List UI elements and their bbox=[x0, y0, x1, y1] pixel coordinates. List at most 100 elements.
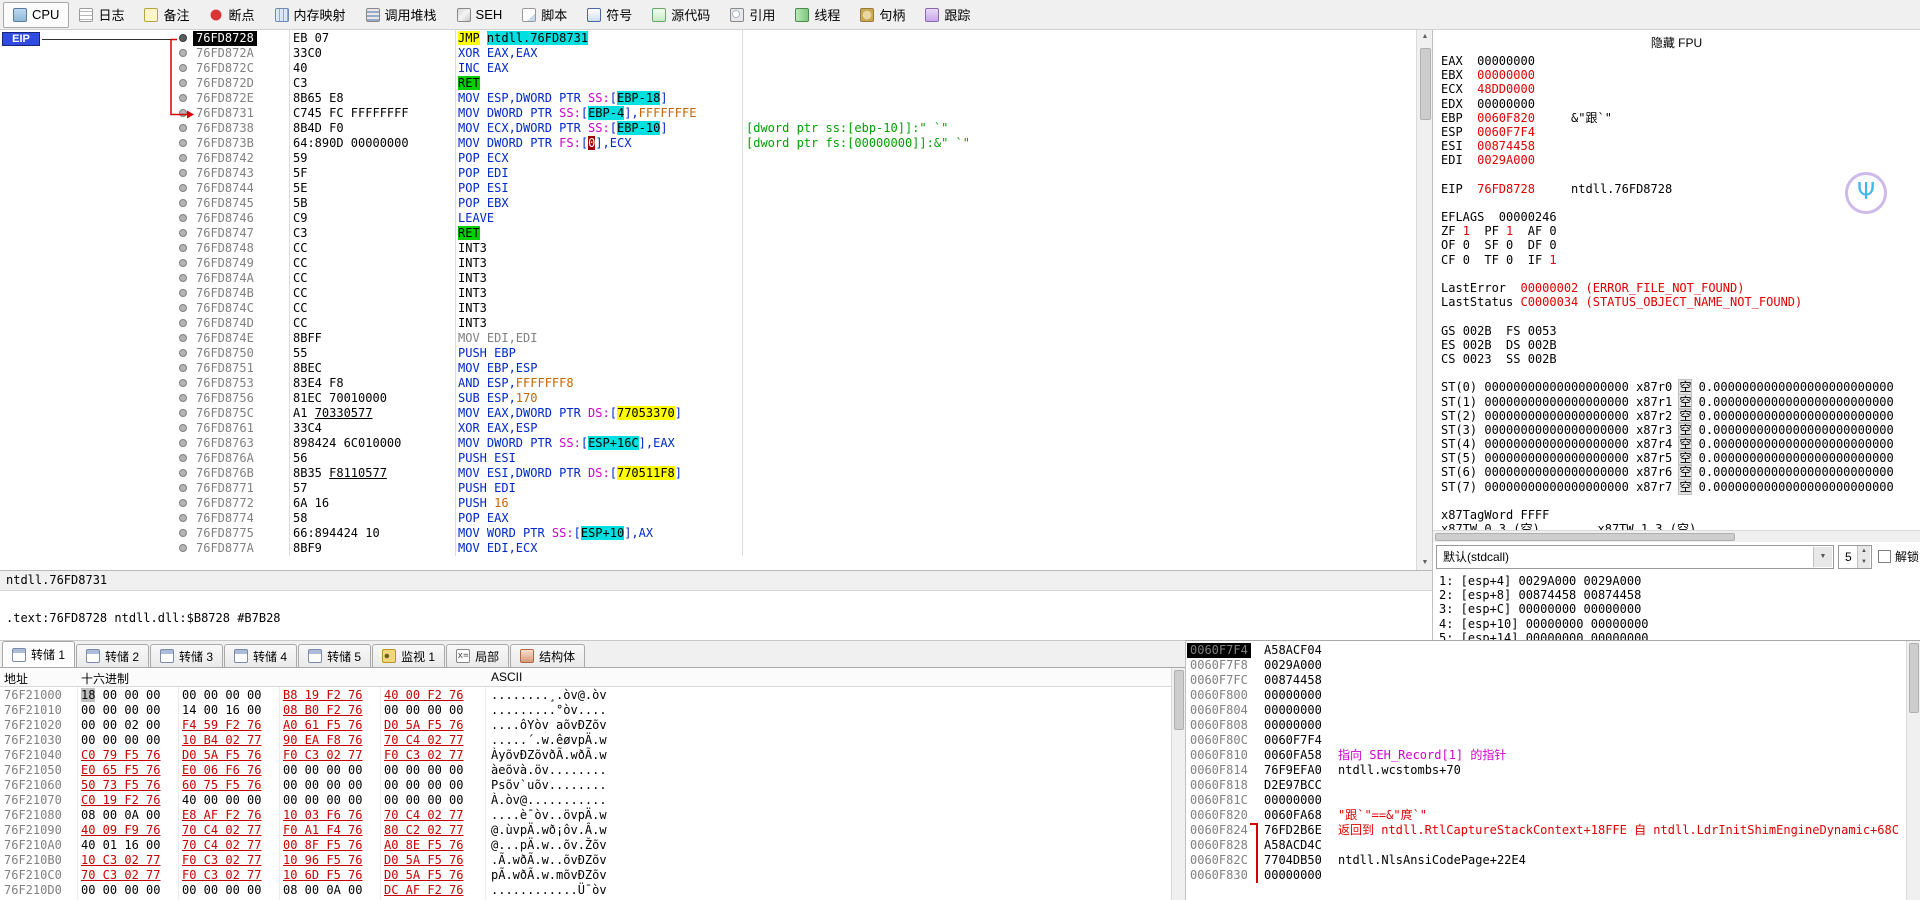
breakpoint-dot[interactable] bbox=[179, 364, 187, 372]
tab-dump-3[interactable]: 转储 3 bbox=[150, 644, 223, 667]
dump-row[interactable]: 76F21040C0 79 F5 76D0 5A F5 76F0 C3 02 7… bbox=[0, 748, 1171, 763]
stack-row[interactable]: 0060F80C0060F7F4 bbox=[1186, 733, 1906, 748]
stack-row[interactable]: 0060F80000000000 bbox=[1186, 688, 1906, 703]
disasm-row[interactable]: 76FD874DCCINT3 bbox=[0, 316, 1416, 331]
dump-vertical-scrollbar[interactable] bbox=[1171, 668, 1185, 900]
register-line[interactable]: x87TagWord FFFF bbox=[1441, 508, 1917, 522]
breakpoint-dot[interactable] bbox=[179, 124, 187, 132]
disasm-row[interactable]: 76FD875CA1 70330577MOV EAX,DWORD PTR DS:… bbox=[0, 406, 1416, 421]
menu-item-memmap[interactable]: 内存映射 bbox=[265, 2, 356, 28]
breakpoint-dot[interactable] bbox=[179, 499, 187, 507]
dump-row[interactable]: 76F2109040 09 F9 7670 C4 02 77F0 A1 F4 7… bbox=[0, 823, 1171, 838]
stack-row[interactable]: 0060F80400000000 bbox=[1186, 703, 1906, 718]
disasm-vertical-scrollbar[interactable]: ▲ ▼ bbox=[1416, 30, 1432, 570]
menu-item-log[interactable]: 日志 bbox=[69, 2, 134, 28]
stack-row[interactable]: 0060F82C7704DB50ntdll.NlsAnsiCodePage+22… bbox=[1186, 853, 1906, 868]
scrollbar-thumb[interactable] bbox=[1435, 533, 1735, 541]
disasm-row[interactable]: 76FD87435FPOP EDI bbox=[0, 166, 1416, 181]
disasm-row[interactable]: 76FD874CCCINT3 bbox=[0, 301, 1416, 316]
disasm-row[interactable]: 76FD872C40INC EAX bbox=[0, 61, 1416, 76]
disasm-row[interactable]: 76FD876A56PUSH ESI bbox=[0, 451, 1416, 466]
stack-row[interactable]: 0060F80800000000 bbox=[1186, 718, 1906, 733]
dump-row[interactable]: 76F2103000 00 00 0010 B4 02 7790 EA F8 7… bbox=[0, 733, 1171, 748]
register-line[interactable] bbox=[1441, 366, 1917, 380]
scrollbar-thumb[interactable] bbox=[1174, 670, 1184, 730]
disasm-row[interactable]: 76FD875055PUSH EBP bbox=[0, 346, 1416, 361]
breakpoint-dot[interactable] bbox=[179, 244, 187, 252]
hide-fpu-button[interactable]: 隐藏 FPU bbox=[1433, 34, 1920, 51]
breakpoint-dot[interactable] bbox=[179, 409, 187, 417]
register-line[interactable]: ST(1) 00000000000000000000 x87r1 空 0.000… bbox=[1441, 395, 1917, 409]
stack-row[interactable]: 0060F7FC00874458 bbox=[1186, 673, 1906, 688]
dump-panel[interactable]: 地址 十六进制 ASCII 76F2100018 00 00 0000 00 0… bbox=[0, 667, 1185, 900]
registers-panel[interactable]: 隐藏 FPU EAX 00000000EBX 00000000ECX 48DD0… bbox=[1432, 30, 1920, 640]
register-line[interactable]: ST(2) 00000000000000000000 x87r2 空 0.000… bbox=[1441, 409, 1917, 423]
tab-locals[interactable]: x=局部 bbox=[446, 644, 509, 667]
dump-row[interactable]: 76F210A040 01 16 0070 C4 02 7700 8F F5 7… bbox=[0, 838, 1171, 853]
stack-row[interactable]: 0060F7F80029A000 bbox=[1186, 658, 1906, 673]
register-line[interactable]: ST(0) 00000000000000000000 x87r0 空 0.000… bbox=[1441, 380, 1917, 394]
stack-row[interactable]: 0060F828A58ACD4C bbox=[1186, 838, 1906, 853]
register-line[interactable]: ST(6) 00000000000000000000 x87r6 空 0.000… bbox=[1441, 465, 1917, 479]
tab-dump-1[interactable]: 转储 1 bbox=[2, 641, 75, 667]
stack-arg-row[interactable]: 4: [esp+10] 00000000 00000000 bbox=[1439, 617, 1915, 631]
breakpoint-dot[interactable] bbox=[179, 49, 187, 57]
register-line[interactable]: CF 0 TF 0 IF 1 bbox=[1441, 253, 1917, 267]
disasm-row[interactable]: 76FD875681EC 70010000SUB ESP,170 bbox=[0, 391, 1416, 406]
stack-arg-row[interactable]: 2: [esp+8] 00874458 00874458 bbox=[1439, 588, 1915, 602]
disasm-row[interactable]: 76FD876133C4XOR EAX,ESP bbox=[0, 421, 1416, 436]
disasm-row[interactable]: 76FD87455BPOP EBX bbox=[0, 196, 1416, 211]
stack-arg-row[interactable]: 1: [esp+4] 0029A000 0029A000 bbox=[1439, 574, 1915, 588]
breakpoint-dot[interactable] bbox=[179, 94, 187, 102]
tab-dump-2[interactable]: 转储 2 bbox=[76, 644, 149, 667]
register-line[interactable]: LastError 00000002 (ERROR_FILE_NOT_FOUND… bbox=[1441, 281, 1917, 295]
menu-item-threads[interactable]: 线程 bbox=[785, 2, 850, 28]
breakpoint-dot[interactable] bbox=[179, 424, 187, 432]
register-line[interactable] bbox=[1441, 168, 1917, 182]
disasm-row[interactable]: 76FD872DC3RET bbox=[0, 76, 1416, 91]
stack-row[interactable]: 0060F8200060FA68"跟`"==&"庹`" bbox=[1186, 808, 1906, 823]
disasm-row[interactable]: 76FD877157PUSH EDI bbox=[0, 481, 1416, 496]
stack-row[interactable]: 0060F82476FD2B6E返回到 ntdll.RtlCaptureStac… bbox=[1186, 823, 1906, 838]
breakpoint-dot[interactable] bbox=[179, 34, 187, 42]
scrollbar-thumb[interactable] bbox=[1909, 643, 1919, 713]
tab-dump-4[interactable]: 转储 4 bbox=[224, 644, 297, 667]
dump-row[interactable]: 76F2108008 00 0A 00E8 AF F2 7610 03 F6 7… bbox=[0, 808, 1171, 823]
scrollbar-thumb[interactable] bbox=[1420, 48, 1431, 120]
disasm-row[interactable]: 76FD87388B4D F0MOV ECX,DWORD PTR SS:[EBP… bbox=[0, 121, 1416, 136]
register-line[interactable]: ST(7) 00000000000000000000 x87r7 空 0.000… bbox=[1441, 480, 1917, 494]
stack-row[interactable]: 0060F818D2E97BCC bbox=[1186, 778, 1906, 793]
dump-row[interactable]: 76F21070C0 19 F2 7640 00 00 0000 00 00 0… bbox=[0, 793, 1171, 808]
register-line[interactable]: EAX 00000000 bbox=[1441, 54, 1917, 68]
breakpoint-dot[interactable] bbox=[179, 154, 187, 162]
register-line[interactable]: ZF 1 PF 1 AF 0 bbox=[1441, 224, 1917, 238]
breakpoint-dot[interactable] bbox=[179, 439, 187, 447]
disasm-row[interactable]: 76FD87726A 16PUSH 16 bbox=[0, 496, 1416, 511]
register-line[interactable]: ST(3) 00000000000000000000 x87r3 空 0.000… bbox=[1441, 423, 1917, 437]
tab-dump-5[interactable]: 转储 5 bbox=[298, 644, 371, 667]
stepper-up-icon[interactable]: ▲ bbox=[1861, 548, 1867, 554]
register-line[interactable]: EFLAGS 00000246 bbox=[1441, 210, 1917, 224]
breakpoint-dot[interactable] bbox=[179, 199, 187, 207]
disasm-row[interactable]: 76FD874ACCINT3 bbox=[0, 271, 1416, 286]
breakpoint-dot[interactable] bbox=[179, 529, 187, 537]
disasm-row[interactable]: 76FD873B64:890D 00000000MOV DWORD PTR FS… bbox=[0, 136, 1416, 151]
dump-row[interactable]: 76F210B010 C3 02 77F0 C3 02 7710 96 F5 7… bbox=[0, 853, 1171, 868]
menu-item-cpu[interactable]: CPU bbox=[3, 2, 69, 28]
calling-convention-select[interactable]: 默认(stdcall) ▼ bbox=[1436, 545, 1834, 569]
register-line[interactable]: ESI 00874458 bbox=[1441, 139, 1917, 153]
scroll-up-icon[interactable]: ▲ bbox=[1418, 30, 1432, 44]
breakpoint-dot[interactable] bbox=[179, 109, 187, 117]
disasm-row[interactable]: 76FD876B8B35 F8110577MOV ESI,DWORD PTR D… bbox=[0, 466, 1416, 481]
breakpoint-dot[interactable] bbox=[179, 259, 187, 267]
register-line[interactable]: LastStatus C0000034 (STATUS_OBJECT_NAME_… bbox=[1441, 295, 1917, 309]
breakpoint-dot[interactable] bbox=[179, 214, 187, 222]
disasm-row[interactable]: 76FD8731C745 FC FFFFFFFFMOV DWORD PTR SS… bbox=[0, 106, 1416, 121]
menu-item-script[interactable]: 脚本 bbox=[512, 2, 577, 28]
disassembly-panel[interactable]: 76FD8728EB 07JMP ntdll.76FD873176FD872A3… bbox=[0, 30, 1416, 570]
menu-item-trace[interactable]: 跟踪 bbox=[915, 2, 980, 28]
disasm-row[interactable]: 76FD877566:894424 10MOV WORD PTR SS:[ESP… bbox=[0, 526, 1416, 541]
register-line[interactable]: GS 002B FS 0053 bbox=[1441, 324, 1917, 338]
register-line[interactable]: ES 002B DS 002B bbox=[1441, 338, 1917, 352]
register-line[interactable]: ST(5) 00000000000000000000 x87r5 空 0.000… bbox=[1441, 451, 1917, 465]
